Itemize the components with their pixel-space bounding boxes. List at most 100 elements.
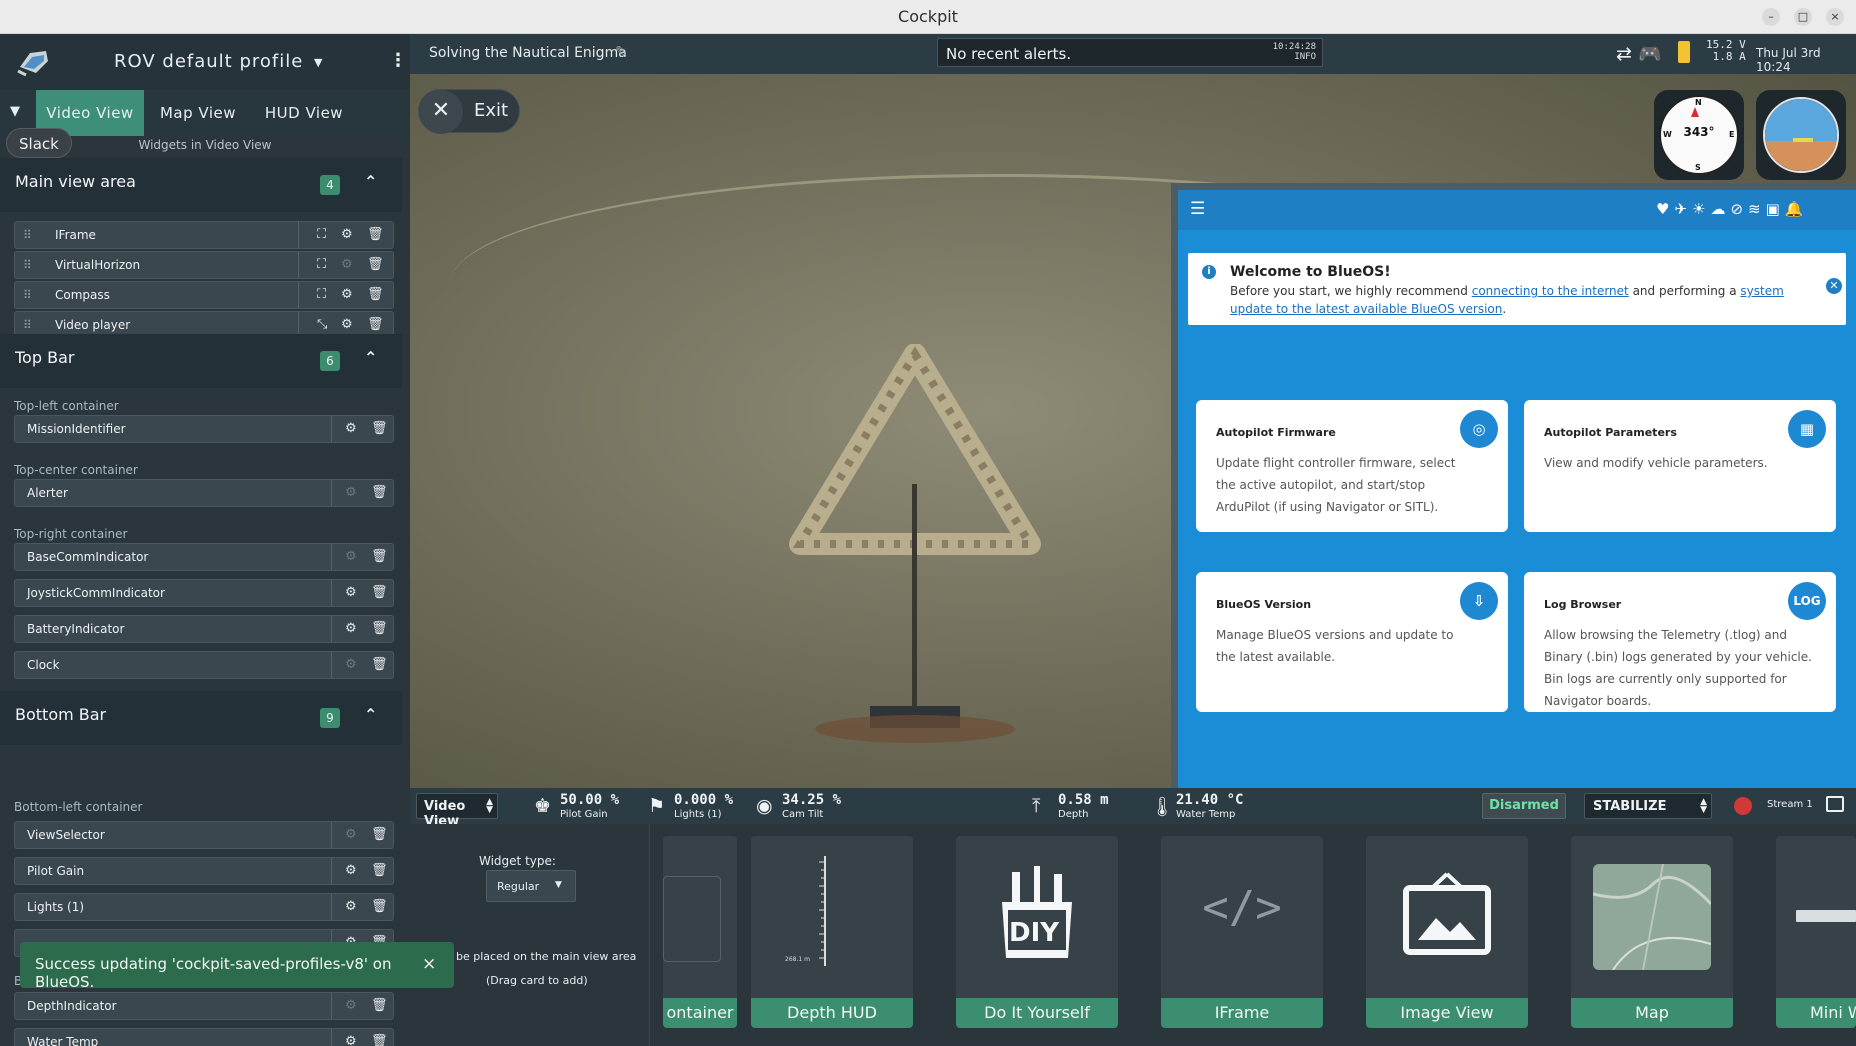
base-comm-icon[interactable]: ⇄ — [1616, 43, 1632, 65]
trash-icon[interactable]: 🗑 — [371, 621, 388, 636]
arm-state-button[interactable]: Disarmed — [1482, 793, 1566, 819]
card-autopilot-parameters[interactable]: Autopilot Parameters View and modify veh… — [1524, 400, 1836, 532]
gear-icon[interactable]: ⚙ — [345, 863, 357, 878]
gear-icon: ⚙ — [345, 998, 357, 1013]
widget-row[interactable]: ⠿ VirtualHorizon ⛶ ⚙ 🗑 — [14, 251, 394, 279]
widget-card-mini-widgets[interactable]: Mini W — [1776, 836, 1856, 1028]
trash-icon[interactable]: 🗑 — [371, 657, 388, 672]
gear-icon[interactable]: ⚙ — [341, 287, 353, 302]
fullscreen-icon[interactable]: ⛶ — [317, 287, 326, 302]
widget-row[interactable]: Lights (1) ⚙ 🗑 — [14, 893, 394, 921]
trash-icon[interactable]: 🗑 — [371, 421, 388, 436]
widget-card-diy[interactable]: DIY Do It Yourself — [956, 836, 1118, 1028]
widget-row[interactable]: BaseCommIndicator ⚙ 🗑 — [14, 543, 394, 571]
trash-icon[interactable]: 🗑 — [367, 287, 384, 302]
blueos-status-icons[interactable]: ♥✈☀☁⊘≋▣🔔 — [1656, 200, 1808, 218]
trash-icon[interactable]: 🗑 — [371, 827, 388, 842]
widget-card-depth-hud[interactable]: 268.1 m Depth HUD — [751, 836, 913, 1028]
gear-icon[interactable]: ⚙ — [345, 899, 357, 914]
gear-icon[interactable]: ⚙ — [345, 585, 357, 600]
drag-handle-icon[interactable]: ⠿ — [23, 318, 32, 332]
widget-row[interactable]: Clock ⚙ 🗑 — [14, 651, 394, 679]
gear-icon[interactable]: ⚙ — [345, 621, 357, 636]
tab-hud-view[interactable]: HUD View — [254, 90, 354, 136]
widget-name: Water Temp — [27, 1035, 99, 1046]
widget-row[interactable]: BatteryIndicator ⚙ 🗑 — [14, 615, 394, 643]
maximize-button[interactable]: □ — [1794, 8, 1812, 26]
trash-icon[interactable]: 🗑 — [371, 899, 388, 914]
trash-icon[interactable]: 🗑 — [367, 257, 384, 272]
flight-mode-selector[interactable]: STABILIZE ▲ ▼ — [1584, 793, 1712, 819]
chevron-down-icon[interactable]: ▼ — [10, 104, 20, 119]
gear-icon[interactable]: ⚙ — [345, 421, 357, 436]
tooltip: Slack — [6, 128, 72, 158]
hamburger-menu-icon[interactable]: ☰ — [1190, 199, 1205, 219]
exit-fullscreen-icon[interactable]: ⤡ — [317, 317, 327, 332]
trash-icon[interactable]: 🗑 — [371, 1034, 388, 1046]
profile-name[interactable]: ROV default profile — [114, 51, 303, 72]
section-title: Bottom Bar — [15, 705, 107, 724]
drag-handle-icon[interactable]: ⠿ — [23, 288, 32, 302]
widget-card-iframe[interactable]: </> IFrame — [1161, 836, 1323, 1028]
card-blueos-version[interactable]: BlueOS Version Manage BlueOS versions an… — [1196, 572, 1508, 712]
widget-row[interactable]: MissionIdentifier ⚙ 🗑 — [14, 415, 394, 443]
trash-icon[interactable]: 🗑 — [371, 585, 388, 600]
widget-row[interactable]: Pilot Gain ⚙ 🗑 — [14, 857, 394, 885]
widget-type-select[interactable]: Regular ▼ — [486, 870, 576, 902]
fullscreen-icon[interactable]: ⛶ — [317, 227, 326, 242]
record-icon[interactable] — [1734, 797, 1752, 815]
widget-card-map[interactable]: Map — [1571, 836, 1733, 1028]
internet-link[interactable]: connecting to the internet — [1472, 284, 1629, 298]
chevron-up-icon[interactable]: ⌃ — [364, 348, 377, 367]
container-label: Top-right container — [14, 527, 128, 541]
mission-identifier[interactable]: Solving the Nautical Enigma — [429, 45, 627, 61]
virtual-horizon-widget[interactable] — [1756, 90, 1846, 180]
more-options-icon[interactable]: ⋮ — [389, 50, 407, 71]
gear-icon[interactable]: ⚙ — [341, 317, 353, 332]
gear-icon[interactable]: ⚙ — [341, 227, 353, 242]
section-bottom-bar[interactable]: Bottom Bar 9 ⌃ — [0, 691, 402, 745]
close-window-button[interactable]: × — [1826, 8, 1844, 26]
widget-card-container[interactable]: ontainer — [663, 836, 737, 1028]
widget-row[interactable]: ⠿ IFrame ⛶ ⚙ 🗑 — [14, 221, 394, 249]
widget-row[interactable]: DepthIndicator ⚙ 🗑 — [14, 992, 394, 1020]
joystick-comm-icon[interactable]: 🎮 — [1638, 43, 1662, 65]
trash-icon[interactable]: 🗑 — [367, 317, 384, 332]
trash-icon[interactable]: 🗑 — [371, 485, 388, 500]
tab-map-view[interactable]: Map View — [148, 90, 248, 136]
widget-row[interactable]: ⠿ Compass ⛶ ⚙ 🗑 — [14, 281, 394, 309]
alert-time: 10:24:28 INFO — [1272, 42, 1316, 62]
close-icon[interactable]: ✕ — [1826, 278, 1842, 294]
updown-icon: ▲ ▼ — [486, 797, 493, 815]
chevron-up-icon[interactable]: ⌃ — [364, 172, 377, 191]
trash-icon[interactable]: 🗑 — [371, 549, 388, 564]
snapshot-icon[interactable] — [1826, 796, 1844, 812]
fullscreen-icon[interactable]: ⛶ — [317, 257, 326, 272]
widget-row[interactable]: ViewSelector ⚙ 🗑 — [14, 821, 394, 849]
trash-icon[interactable]: 🗑 — [367, 227, 384, 242]
section-title: Main view area — [15, 172, 136, 191]
widget-row[interactable]: JoystickCommIndicator ⚙ 🗑 — [14, 579, 394, 607]
drag-handle-icon[interactable]: ⠿ — [23, 258, 32, 272]
widget-row[interactable]: Water Temp ⚙ 🗑 — [14, 1028, 394, 1046]
section-top-bar[interactable]: Top Bar 6 ⌃ — [0, 334, 402, 388]
drag-handle-icon[interactable]: ⠿ — [23, 228, 32, 242]
card-autopilot-firmware[interactable]: Autopilot Firmware Update flight control… — [1196, 400, 1508, 532]
section-main-view-area[interactable]: Main view area 4 ⌃ — [0, 158, 402, 212]
alerter[interactable]: No recent alerts. 10:24:28 INFO — [937, 38, 1323, 67]
minimize-button[interactable]: – — [1762, 8, 1780, 26]
blueos-iframe-widget[interactable]: ☰ ♥✈☀☁⊘≋▣🔔 i Welcome to BlueOS! Before y… — [1171, 183, 1856, 793]
profile-dropdown-icon[interactable]: ▼ — [314, 56, 322, 69]
chevron-up-icon[interactable]: ⌃ — [364, 705, 377, 724]
gear-icon[interactable]: ⚙ — [345, 1034, 357, 1046]
widget-card-image-view[interactable]: Image View — [1366, 836, 1528, 1028]
widget-row[interactable]: Alerter ⚙ 🗑 — [14, 479, 394, 507]
compass-widget[interactable]: N S E W 343° — [1654, 90, 1744, 180]
trash-icon[interactable]: 🗑 — [371, 998, 388, 1013]
card-log-browser[interactable]: Log Browser Allow browsing the Telemetry… — [1524, 572, 1836, 712]
trash-icon[interactable]: 🗑 — [371, 863, 388, 878]
view-selector[interactable]: Video View ▲ ▼ — [416, 793, 498, 829]
edit-icon[interactable]: ✎ — [615, 44, 627, 60]
exit-edit-button[interactable]: ✕ Exit — [418, 89, 520, 134]
close-icon[interactable]: × — [422, 954, 436, 974]
